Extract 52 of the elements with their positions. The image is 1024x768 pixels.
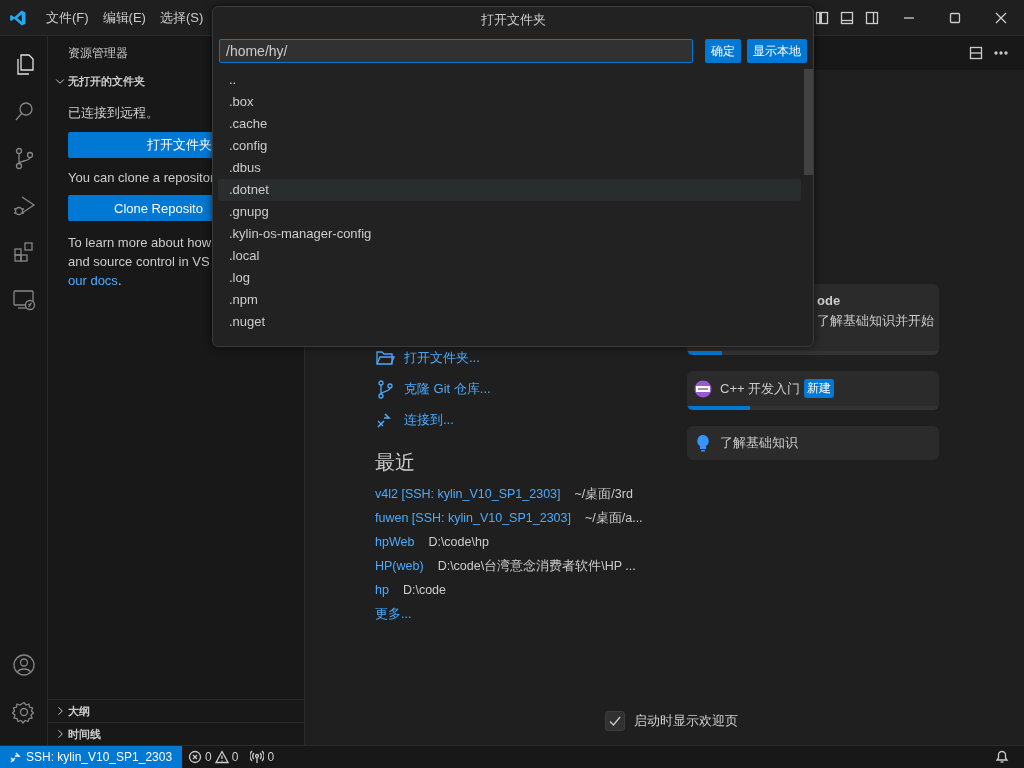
dialog-button[interactable]: 显示本地	[747, 39, 807, 63]
recent-path: D:\code\台湾意念消费者软件\HP ...	[437, 557, 636, 575]
walkthrough-title: C++ 开发入门	[720, 379, 801, 398]
folder-list-item[interactable]: .log	[218, 267, 801, 289]
folder-list-item[interactable]: .npm	[218, 289, 801, 311]
hint-text: You can clone a repositor	[68, 170, 216, 185]
section-title: 大纲	[68, 703, 90, 719]
checkbox-label: 启动时显示欢迎页	[634, 712, 738, 730]
new-badge: 新建	[804, 379, 835, 398]
folder-list-item[interactable]: .dotnet	[218, 179, 801, 201]
recent-link[interactable]: HP(web)	[375, 559, 424, 573]
folder-list-item[interactable]: .local	[218, 245, 801, 267]
start-link[interactable]: 克隆 Git 仓库...	[375, 373, 687, 404]
section-header[interactable]: 大纲	[48, 699, 304, 722]
dialog-title: 打开文件夹	[479, 11, 547, 29]
folder-list-item[interactable]: .cache	[218, 113, 801, 135]
dialog-button[interactable]: 确定	[705, 39, 741, 63]
folder-list-item[interactable]: .nuget	[218, 311, 801, 333]
menu-item[interactable]: 文件(F)	[39, 8, 96, 27]
recent-path: D:\code	[402, 583, 446, 597]
folder-list-item[interactable]: .box	[218, 91, 801, 113]
recent-path: ~/桌面/3rd	[574, 485, 633, 503]
start-link[interactable]: 连接到...	[375, 404, 687, 435]
docs-link[interactable]: our docs	[68, 273, 118, 288]
walkthrough-card[interactable]: 了解基础知识	[687, 426, 939, 460]
menu-item[interactable]: 选择(S)	[152, 8, 211, 27]
recent-link[interactable]: hpWeb	[375, 535, 415, 549]
walkthrough-title: ode	[817, 293, 841, 308]
path-input-field[interactable]: /home/hy/	[219, 39, 693, 63]
folder-list-item[interactable]: .kylin-os-manager-config	[218, 223, 801, 245]
folder-list-item[interactable]: ..	[218, 69, 801, 91]
section-heading: 最近	[375, 450, 416, 475]
ports-button[interactable]: 0	[244, 750, 281, 764]
section-title: 无打开的文件夹	[68, 73, 145, 89]
remote-status-button[interactable]: SSH: kylin_V10_SP1_2303	[0, 746, 183, 768]
walkthrough-title: 了解基础知识	[720, 434, 798, 452]
section-title: 时间线	[68, 726, 101, 742]
walkthrough-description: 了解基础知识并开始	[816, 312, 935, 330]
menu-item[interactable]: 编辑(E)	[95, 8, 153, 27]
problems-button[interactable]: 0 0	[182, 750, 245, 764]
recent-link[interactable]: hp	[375, 583, 389, 597]
more-link[interactable]: 更多...	[375, 602, 687, 626]
folder-list-item[interactable]: .dbus	[218, 157, 801, 179]
status-text: 已连接到远程。	[68, 104, 160, 122]
recent-link[interactable]: fuwen [SSH: kylin_V10_SP1_2303]	[375, 511, 571, 525]
section-header[interactable]: 无打开的文件夹	[48, 70, 151, 92]
walkthrough-card[interactable]: C++ 开发入门 新建	[687, 371, 939, 410]
recent-path: D:\code\hp	[428, 535, 489, 549]
sidebar-title: 资源管理器	[68, 44, 128, 62]
start-link[interactable]: 打开文件夹...	[375, 342, 687, 373]
recent-path: ~/桌面/a...	[584, 509, 643, 527]
recent-link[interactable]: v4l2 [SSH: kylin_V10_SP1_2303]	[375, 487, 561, 501]
